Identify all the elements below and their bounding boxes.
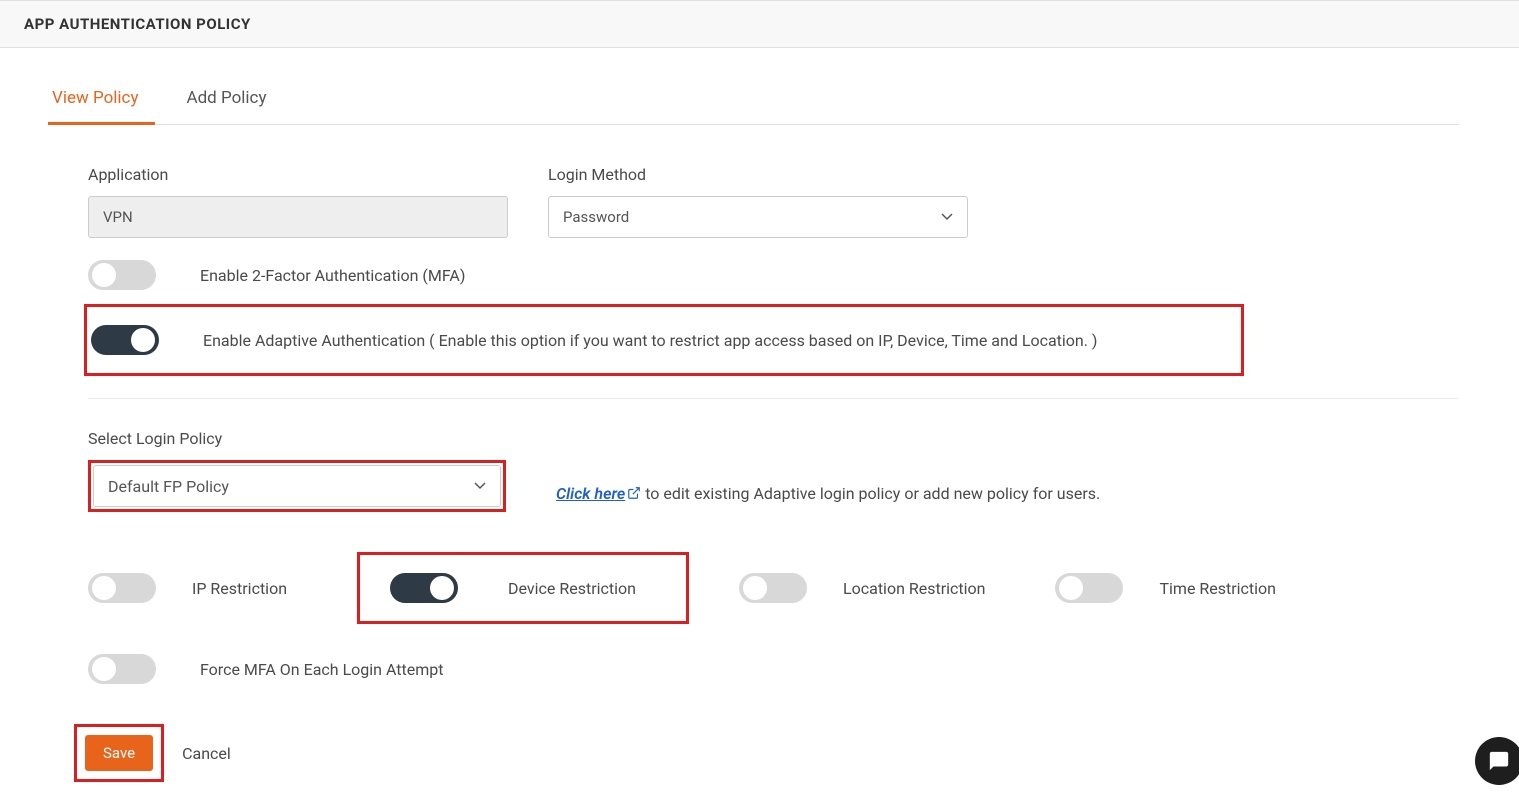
toggle-knob (131, 328, 155, 352)
device-restriction-label: Device Restriction (508, 579, 636, 598)
toggle-knob (1059, 576, 1083, 600)
adaptive-toggle-label: Enable Adaptive Authentication ( Enable … (203, 331, 1097, 350)
adaptive-toggle-row: Enable Adaptive Authentication ( Enable … (91, 325, 1227, 355)
tab-bar: View Policy Add Policy (48, 78, 1459, 125)
adaptive-auth-highlight: Enable Adaptive Authentication ( Enable … (84, 304, 1244, 376)
form-area: Application Login Method Password Enable… (48, 165, 1459, 782)
mfa-toggle-row: Enable 2-Factor Authentication (MFA) (88, 260, 1459, 290)
device-restriction-toggle[interactable] (390, 573, 458, 603)
mfa-toggle-label: Enable 2-Factor Authentication (MFA) (200, 266, 465, 285)
login-policy-select[interactable]: Default FP Policy (93, 465, 501, 507)
toggle-knob (92, 576, 116, 600)
tab-add-policy[interactable]: Add Policy (183, 78, 283, 125)
toggle-knob (743, 576, 767, 600)
action-row: Save Cancel (74, 724, 1459, 782)
ip-restriction-item: IP Restriction (88, 573, 287, 603)
login-policy-select-highlight: Default FP Policy (88, 460, 506, 512)
click-here-link[interactable]: Click here (556, 484, 625, 503)
login-method-field-group: Login Method Password (548, 165, 968, 238)
chat-icon (1488, 750, 1510, 772)
save-button-highlight: Save (74, 724, 164, 782)
application-field-group: Application (88, 165, 508, 238)
chat-widget-button[interactable] (1475, 737, 1519, 785)
location-restriction-item: Location Restriction (739, 573, 985, 603)
force-mfa-row: Force MFA On Each Login Attempt (88, 654, 1459, 684)
select-login-policy-label: Select Login Policy (88, 429, 1459, 448)
content-area: View Policy Add Policy Application Login… (0, 48, 1519, 812)
adaptive-toggle[interactable] (91, 325, 159, 355)
toggle-knob (92, 263, 116, 287)
cancel-button[interactable]: Cancel (182, 744, 231, 763)
ip-restriction-label: IP Restriction (192, 579, 287, 598)
mfa-toggle[interactable] (88, 260, 156, 290)
location-restriction-label: Location Restriction (843, 579, 985, 598)
device-restriction-highlight: Device Restriction (357, 552, 689, 624)
section-divider (88, 398, 1458, 399)
save-button[interactable]: Save (85, 735, 153, 771)
toggle-knob (92, 657, 116, 681)
select-login-row: Default FP Policy Click here to edit exi… (88, 460, 1459, 512)
select-login-policy-group: Select Login Policy (88, 429, 1459, 460)
force-mfa-toggle[interactable] (88, 654, 156, 684)
login-method-label: Login Method (548, 165, 968, 184)
edit-policy-hint-rest: to edit existing Adaptive login policy o… (641, 484, 1100, 503)
force-mfa-label: Force MFA On Each Login Attempt (200, 660, 444, 679)
edit-policy-hint: Click here to edit existing Adaptive log… (556, 484, 1100, 512)
time-restriction-item: Time Restriction (1055, 573, 1276, 603)
toggle-knob (430, 576, 454, 600)
external-link-icon (627, 485, 641, 504)
tab-view-policy[interactable]: View Policy (48, 78, 155, 125)
application-input[interactable] (88, 196, 508, 238)
time-restriction-toggle[interactable] (1055, 573, 1123, 603)
application-label: Application (88, 165, 508, 184)
location-restriction-toggle[interactable] (739, 573, 807, 603)
ip-restriction-toggle[interactable] (88, 573, 156, 603)
login-method-select[interactable]: Password (548, 196, 968, 238)
restrictions-row: IP Restriction Device Restriction Locati… (88, 552, 1459, 624)
page-title: APP AUTHENTICATION POLICY (24, 15, 1495, 33)
page-header: APP AUTHENTICATION POLICY (0, 0, 1519, 48)
top-fields-row: Application Login Method Password (88, 165, 1459, 238)
time-restriction-label: Time Restriction (1159, 579, 1276, 598)
